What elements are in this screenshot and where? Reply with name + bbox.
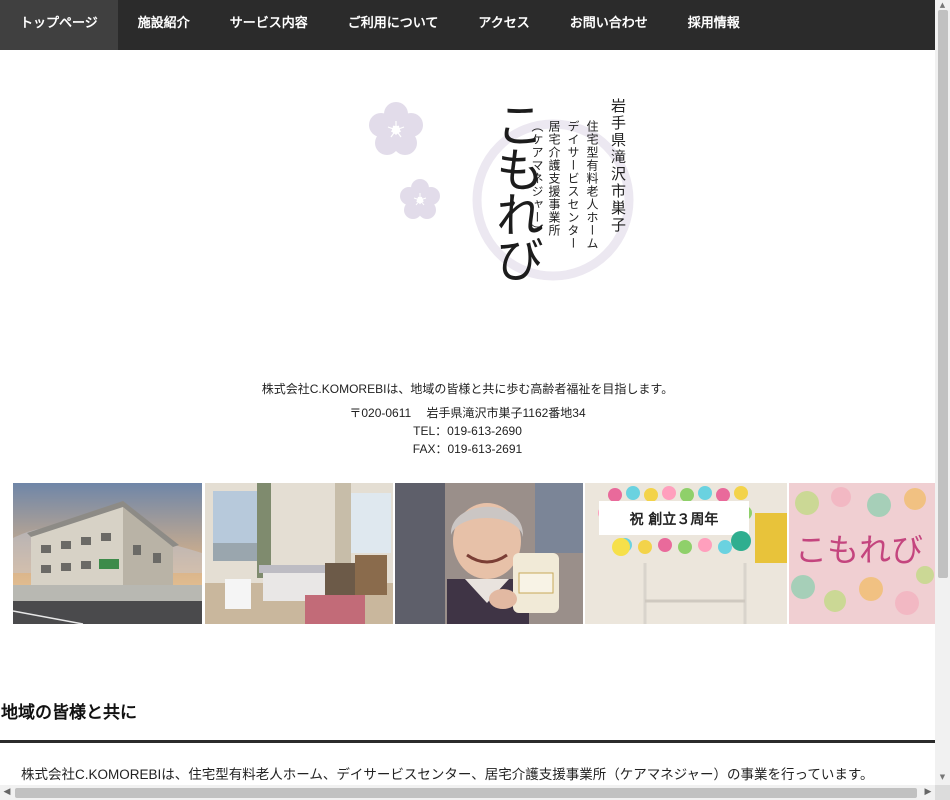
photo-mural: こもれび [789, 483, 935, 624]
section-divider [0, 740, 935, 743]
nav-item-usage[interactable]: ご利用について [328, 0, 459, 50]
nav-item-facility[interactable]: 施設紹介 [118, 0, 210, 50]
nav-item-top[interactable]: トップページ [0, 0, 118, 50]
photo-room [205, 483, 393, 624]
scrollbar-corner [935, 785, 950, 800]
section-body-text: 株式会社C.KOMOREBIは、住宅型有料老人ホーム、デイサービスセンター、居宅… [21, 767, 874, 782]
logo-brand-name: こもれび [487, 100, 543, 280]
company-tagline: 株式会社C.KOMOREBIは、地域の皆様と共に歩む高齢者福祉を目指します。 [261, 382, 674, 396]
nav-item-contact[interactable]: お問い合わせ [550, 0, 668, 50]
scroll-up-arrow-icon[interactable]: ▲ [935, 0, 950, 10]
logo-service-home: 住宅型有料老人ホーム [585, 120, 599, 250]
photo-building [13, 483, 202, 624]
site-logo[interactable]: 岩手県滝沢市巣子 住宅型有料老人ホーム デイサービスセンター 居宅介護支援事業所… [360, 92, 650, 352]
logo-location: 岩手県滝沢市巣子 [609, 98, 627, 234]
scroll-down-arrow-icon[interactable]: ▼ [935, 772, 950, 782]
nav-item-access[interactable]: アクセス [458, 0, 549, 50]
photo-resident [395, 483, 583, 624]
anniversary-banner-text: 祝 創立３周年 [630, 511, 719, 528]
global-nav: トップページ 施設紹介 サービス内容 ご利用について アクセス お問い合わせ 採… [0, 0, 935, 50]
vertical-scrollbar-thumb[interactable] [938, 10, 948, 578]
scroll-left-arrow-icon[interactable]: ◀ [0, 785, 14, 800]
company-address: 〒020-0611 岩手県滝沢市巣子1162番地34 [349, 406, 586, 420]
scroll-right-arrow-icon[interactable]: ▶ [921, 785, 935, 800]
mural-text: こもれび [795, 531, 923, 569]
logo-service-day: デイサービスセンター [566, 120, 580, 250]
section-title: 地域の皆様と共に [1, 703, 137, 722]
photo-anniversary: 祝 創立３周年 [585, 483, 787, 624]
nav-item-recruit[interactable]: 採用情報 [668, 0, 760, 50]
company-tel: TEL：019-613-2690 [413, 424, 522, 438]
nav-item-services[interactable]: サービス内容 [210, 0, 328, 50]
company-fax: FAX：019-613-2691 [412, 442, 523, 456]
horizontal-scrollbar-thumb[interactable] [15, 788, 917, 798]
